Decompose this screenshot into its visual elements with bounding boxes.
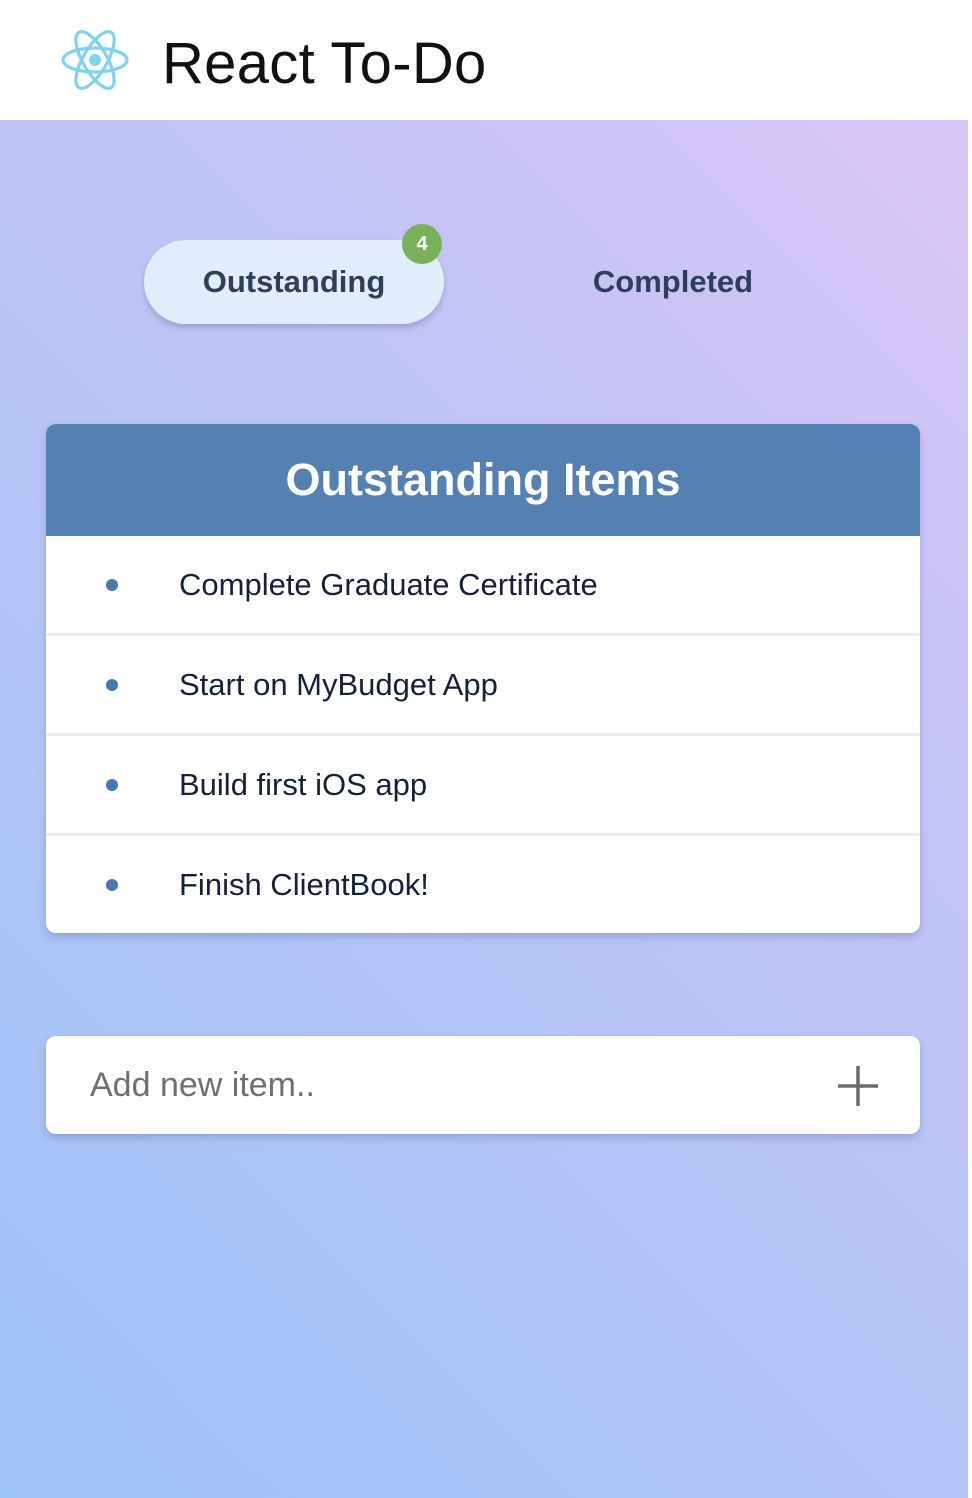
react-atom-icon <box>61 30 129 90</box>
list-item[interactable]: Finish ClientBook! <box>46 836 920 933</box>
outstanding-count-badge: 4 <box>402 224 442 264</box>
list-item[interactable]: Start on MyBudget App <box>46 636 920 736</box>
plus-icon[interactable] <box>836 1064 880 1108</box>
add-item-form <box>46 1036 920 1134</box>
tab-completed[interactable]: Completed <box>540 240 806 324</box>
list-item-text: Build first iOS app <box>179 766 428 802</box>
outstanding-items-card: Outstanding Items Complete Graduate Cert… <box>46 424 920 933</box>
list-item[interactable]: Complete Graduate Certificate <box>46 536 920 636</box>
app-title: React To-Do <box>162 31 487 96</box>
card-title: Outstanding Items <box>46 424 920 536</box>
tab-outstanding[interactable]: Outstanding <box>144 240 444 324</box>
list-item-text: Finish ClientBook! <box>179 866 429 902</box>
add-item-input[interactable] <box>90 1058 790 1112</box>
bullet-icon <box>106 678 118 691</box>
list-item-text: Complete Graduate Certificate <box>179 566 598 602</box>
app-header: React To-Do <box>0 0 968 120</box>
bullet-icon <box>106 778 118 791</box>
tab-completed-label: Completed <box>592 264 754 299</box>
list-item-text: Start on MyBudget App <box>179 666 498 702</box>
bullet-icon <box>106 878 118 891</box>
bullet-icon <box>106 578 118 591</box>
tab-outstanding-label: Outstanding <box>202 264 386 299</box>
list-item[interactable]: Build first iOS app <box>46 736 920 836</box>
window-edge <box>968 0 972 1498</box>
